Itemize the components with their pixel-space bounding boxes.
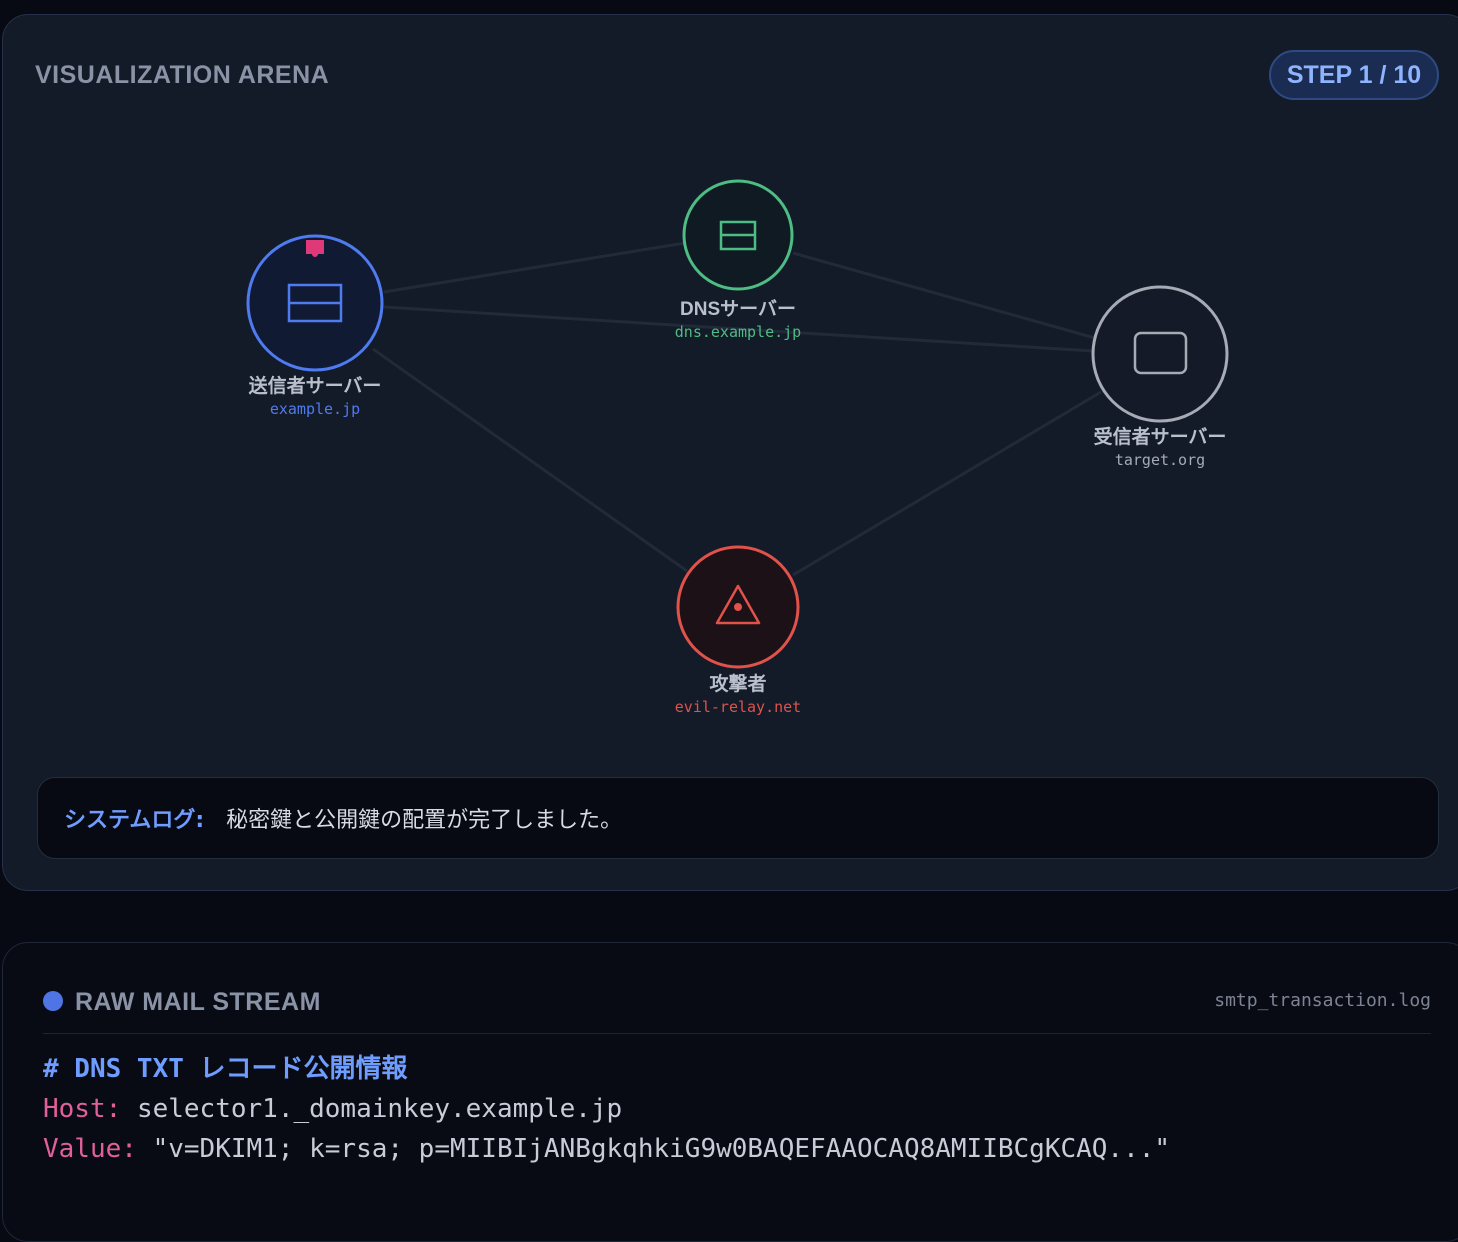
attacker-label: 攻撃者 evil-relay.net <box>588 673 888 717</box>
stream-title: RAW MAIL STREAM <box>75 988 321 1016</box>
code-value-key: Value: <box>43 1134 137 1164</box>
stream-filename: smtp_transaction.log <box>1214 990 1431 1011</box>
sender-name: 送信者サーバー <box>248 376 382 397</box>
node-attacker[interactable] <box>676 545 800 669</box>
receiver-name: 受信者サーバー <box>1093 427 1227 448</box>
visualization-arena: VISUALIZATION ARENA STEP 1 / 10 送信者サーバー … <box>2 14 1458 891</box>
system-log-message: 秘密鍵と公開鍵の配置が完了しました。 <box>226 808 623 833</box>
code-host-key: Host: <box>43 1094 122 1124</box>
link-attacker-receiver <box>792 390 1102 577</box>
node-receiver[interactable] <box>1091 285 1229 423</box>
sender-host: example.jp <box>269 400 361 418</box>
stream-code: # DNS TXT レコード公開情報 Host: selector1._domai… <box>43 1049 1170 1169</box>
code-comment: # DNS TXT レコード公開情報 <box>43 1054 408 1084</box>
dns-name: DNSサーバー <box>680 299 796 320</box>
receiver-label: 受信者サーバー target.org <box>1010 426 1310 470</box>
node-dns[interactable] <box>682 179 794 291</box>
system-log-label: システムログ: <box>64 808 205 833</box>
node-sender[interactable] <box>246 234 384 372</box>
dns-label: DNSサーバー dns.example.jp <box>588 298 888 342</box>
link-sender-dns <box>383 241 686 294</box>
system-log: システムログ: 秘密鍵と公開鍵の配置が完了しました。 <box>37 777 1439 859</box>
sender-label: 送信者サーバー example.jp <box>165 375 465 419</box>
dns-host: dns.example.jp <box>674 323 802 341</box>
receiver-host: target.org <box>1114 451 1206 469</box>
raw-mail-stream: RAW MAIL STREAM smtp_transaction.log # D… <box>2 942 1458 1242</box>
attacker-host: evil-relay.net <box>674 698 802 716</box>
attacker-name: 攻撃者 <box>709 674 767 695</box>
stream-divider <box>43 1033 1431 1034</box>
stream-status-dot-icon <box>43 991 63 1011</box>
code-host-value: selector1._domainkey.example.jp <box>136 1094 623 1124</box>
code-value-value: "v=DKIM1; k=rsa; p=MIIBIjANBgkqhkiG9w0BA… <box>152 1134 1171 1164</box>
